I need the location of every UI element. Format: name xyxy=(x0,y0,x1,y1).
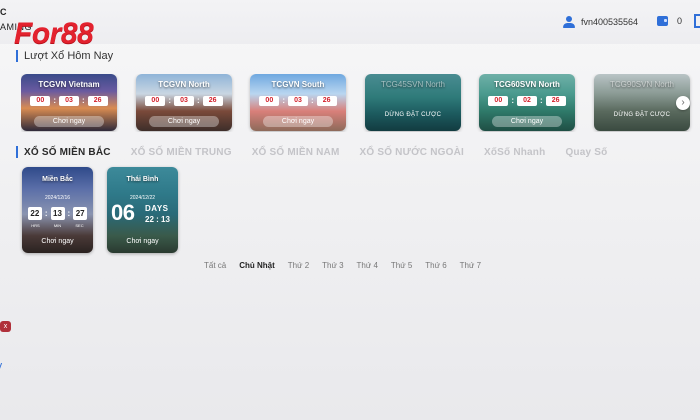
play-now-button[interactable]: Chơi ngay xyxy=(149,116,219,127)
day-monday[interactable]: Thứ 2 xyxy=(288,261,309,270)
tab-quay-so[interactable]: Quay Số xyxy=(565,147,607,158)
timer-hours: 00 xyxy=(145,96,166,106)
lottery-region-tabs: XỔ SỐ MIỀN BẮC XỔ SỐ MIỀN TRUNG XỔ SỐ MI… xyxy=(16,145,627,159)
tab-nuoc-ngoai[interactable]: XỔ SỐ NƯỚC NGOÀI xyxy=(360,147,464,158)
unit-min: MIN xyxy=(53,223,62,228)
tab-mien-bac[interactable]: XỔ SỐ MIỀN BẮC xyxy=(24,147,111,158)
menu-edge-icon[interactable] xyxy=(694,14,700,28)
close-badge-button[interactable]: x xyxy=(0,321,11,332)
day-tuesday[interactable]: Thứ 3 xyxy=(322,261,343,270)
balance-value: 0 xyxy=(676,16,682,26)
draw-time: 22 : 13 xyxy=(145,215,170,224)
days-remaining: 06 xyxy=(111,200,135,225)
edge-mark-icon xyxy=(0,363,5,369)
timer-units: HRS MIN SEC xyxy=(22,223,93,228)
region-card-thai-binh[interactable]: Thái Bình 2024/12/22 06 DAYS 22 : 13 Chơ… xyxy=(107,167,178,253)
betting-stopped-label: DỪNG ĐẶT CƯỢC xyxy=(613,112,671,118)
timer-seconds: 26 xyxy=(316,96,337,106)
timer-hours: 00 xyxy=(488,96,509,106)
play-now-button[interactable]: Chơi ngay xyxy=(107,238,178,245)
user-account[interactable]: fvn400535564 xyxy=(562,16,638,28)
game-card-tcgvn-vietnam[interactable]: TCGVN Vietnam 00: 03: 26 Chơi ngay xyxy=(21,74,117,131)
brand-small-top: C xyxy=(0,7,7,17)
draw-date: 2024/12/16 xyxy=(44,195,71,201)
game-card-title: TCGVN North xyxy=(158,80,210,89)
carousel-next-button[interactable]: › xyxy=(676,96,690,110)
close-icon: x xyxy=(3,323,8,330)
timer-hours: 00 xyxy=(30,96,51,106)
game-card-tcgvn-north[interactable]: TCGVN North 00: 03: 26 Chơi ngay xyxy=(136,74,232,131)
day-wednesday[interactable]: Thứ 4 xyxy=(357,261,378,270)
countdown-timer: 00: 03: 26 xyxy=(250,96,346,106)
unit-hrs: HRS xyxy=(31,223,40,228)
tab-mien-nam[interactable]: XỔ SỐ MIỀN NAM xyxy=(252,147,340,158)
game-card-title: TCGVN Vietnam xyxy=(38,80,100,89)
game-card-title: TCG90SVN North xyxy=(609,80,675,89)
countdown-timer: 22: 13: 27 xyxy=(22,207,93,220)
timer-seconds: 27 xyxy=(73,207,88,220)
chevron-right-icon: › xyxy=(681,97,685,108)
play-now-button[interactable]: Chơi ngay xyxy=(492,116,562,127)
user-icon xyxy=(562,16,575,28)
active-tab-indicator xyxy=(16,146,18,158)
game-card-tcg60svn-north[interactable]: TCG60SVN North 00: 02: 26 Chơi ngay xyxy=(479,74,575,131)
timer-seconds: 26 xyxy=(87,96,108,106)
timer-minutes: 03 xyxy=(288,96,308,106)
wallet-balance[interactable]: 0 xyxy=(656,16,682,26)
game-card-tcgvn-south[interactable]: TCGVN South 00: 03: 26 Chơi ngay xyxy=(250,74,346,131)
play-now-button[interactable]: Chơi ngay xyxy=(22,238,93,245)
betting-stopped-label: DỪNG ĐẶT CƯỢC xyxy=(384,112,442,118)
countdown-timer: 00: 02: 26 xyxy=(479,96,575,106)
timer-seconds: 26 xyxy=(202,96,223,106)
wallet-icon xyxy=(656,16,668,26)
tab-mien-trung[interactable]: XỔ SỐ MIỀN TRUNG xyxy=(131,147,232,158)
timer-minutes: 03 xyxy=(59,96,79,106)
timer-minutes: 03 xyxy=(174,96,194,106)
day-all[interactable]: Tất cả xyxy=(204,261,226,270)
timer-minutes: 13 xyxy=(50,207,65,220)
play-now-button[interactable]: Chơi ngay xyxy=(34,116,104,127)
region-card-title: Miền Bắc xyxy=(42,176,73,183)
game-card-title: TCGVN South xyxy=(271,80,325,89)
countdown-timer: 00: 03: 26 xyxy=(21,96,117,106)
day-friday[interactable]: Thứ 6 xyxy=(425,261,446,270)
section-title-today: Lượt Xổ Hôm Nay xyxy=(16,50,113,62)
day-saturday[interactable]: Thứ 7 xyxy=(460,261,481,270)
tab-xoso-nhanh[interactable]: XốSố Nhanh xyxy=(484,147,545,158)
timer-hours: 00 xyxy=(259,96,280,106)
region-card-title: Thái Bình xyxy=(126,176,159,183)
weekday-filter: Tất cả Chủ Nhật Thứ 2 Thứ 3 Thứ 4 Thứ 5 … xyxy=(204,261,481,270)
timer-hours: 22 xyxy=(27,207,42,220)
play-now-button[interactable]: Chơi ngay xyxy=(263,116,333,127)
day-sunday[interactable]: Chủ Nhật xyxy=(239,261,275,270)
game-card-tcg45svn-north[interactable]: TCG45SVN North DỪNG ĐẶT CƯỢC xyxy=(365,74,461,131)
unit-sec: SEC xyxy=(75,223,84,228)
region-card-mien-bac[interactable]: Miền Bắc 2024/12/16 22: 13: 27 HRS MIN S… xyxy=(22,167,93,253)
timer-seconds: 26 xyxy=(545,96,566,106)
countdown-timer: 00: 03: 26 xyxy=(136,96,232,106)
day-thursday[interactable]: Thứ 5 xyxy=(391,261,412,270)
game-card-title: TCG45SVN North xyxy=(380,80,446,89)
username: fvn400535564 xyxy=(580,17,638,27)
for88-logo[interactable]: For88 xyxy=(14,19,94,49)
timer-minutes: 02 xyxy=(517,96,537,106)
top-header: C AMING For88 fvn400535564 0 xyxy=(0,0,700,49)
today-cards-row: TCGVN Vietnam 00: 03: 26 Chơi ngay TCGVN… xyxy=(21,74,700,132)
days-label: DAYS xyxy=(145,204,169,213)
game-card-title: TCG60SVN North xyxy=(494,80,560,89)
